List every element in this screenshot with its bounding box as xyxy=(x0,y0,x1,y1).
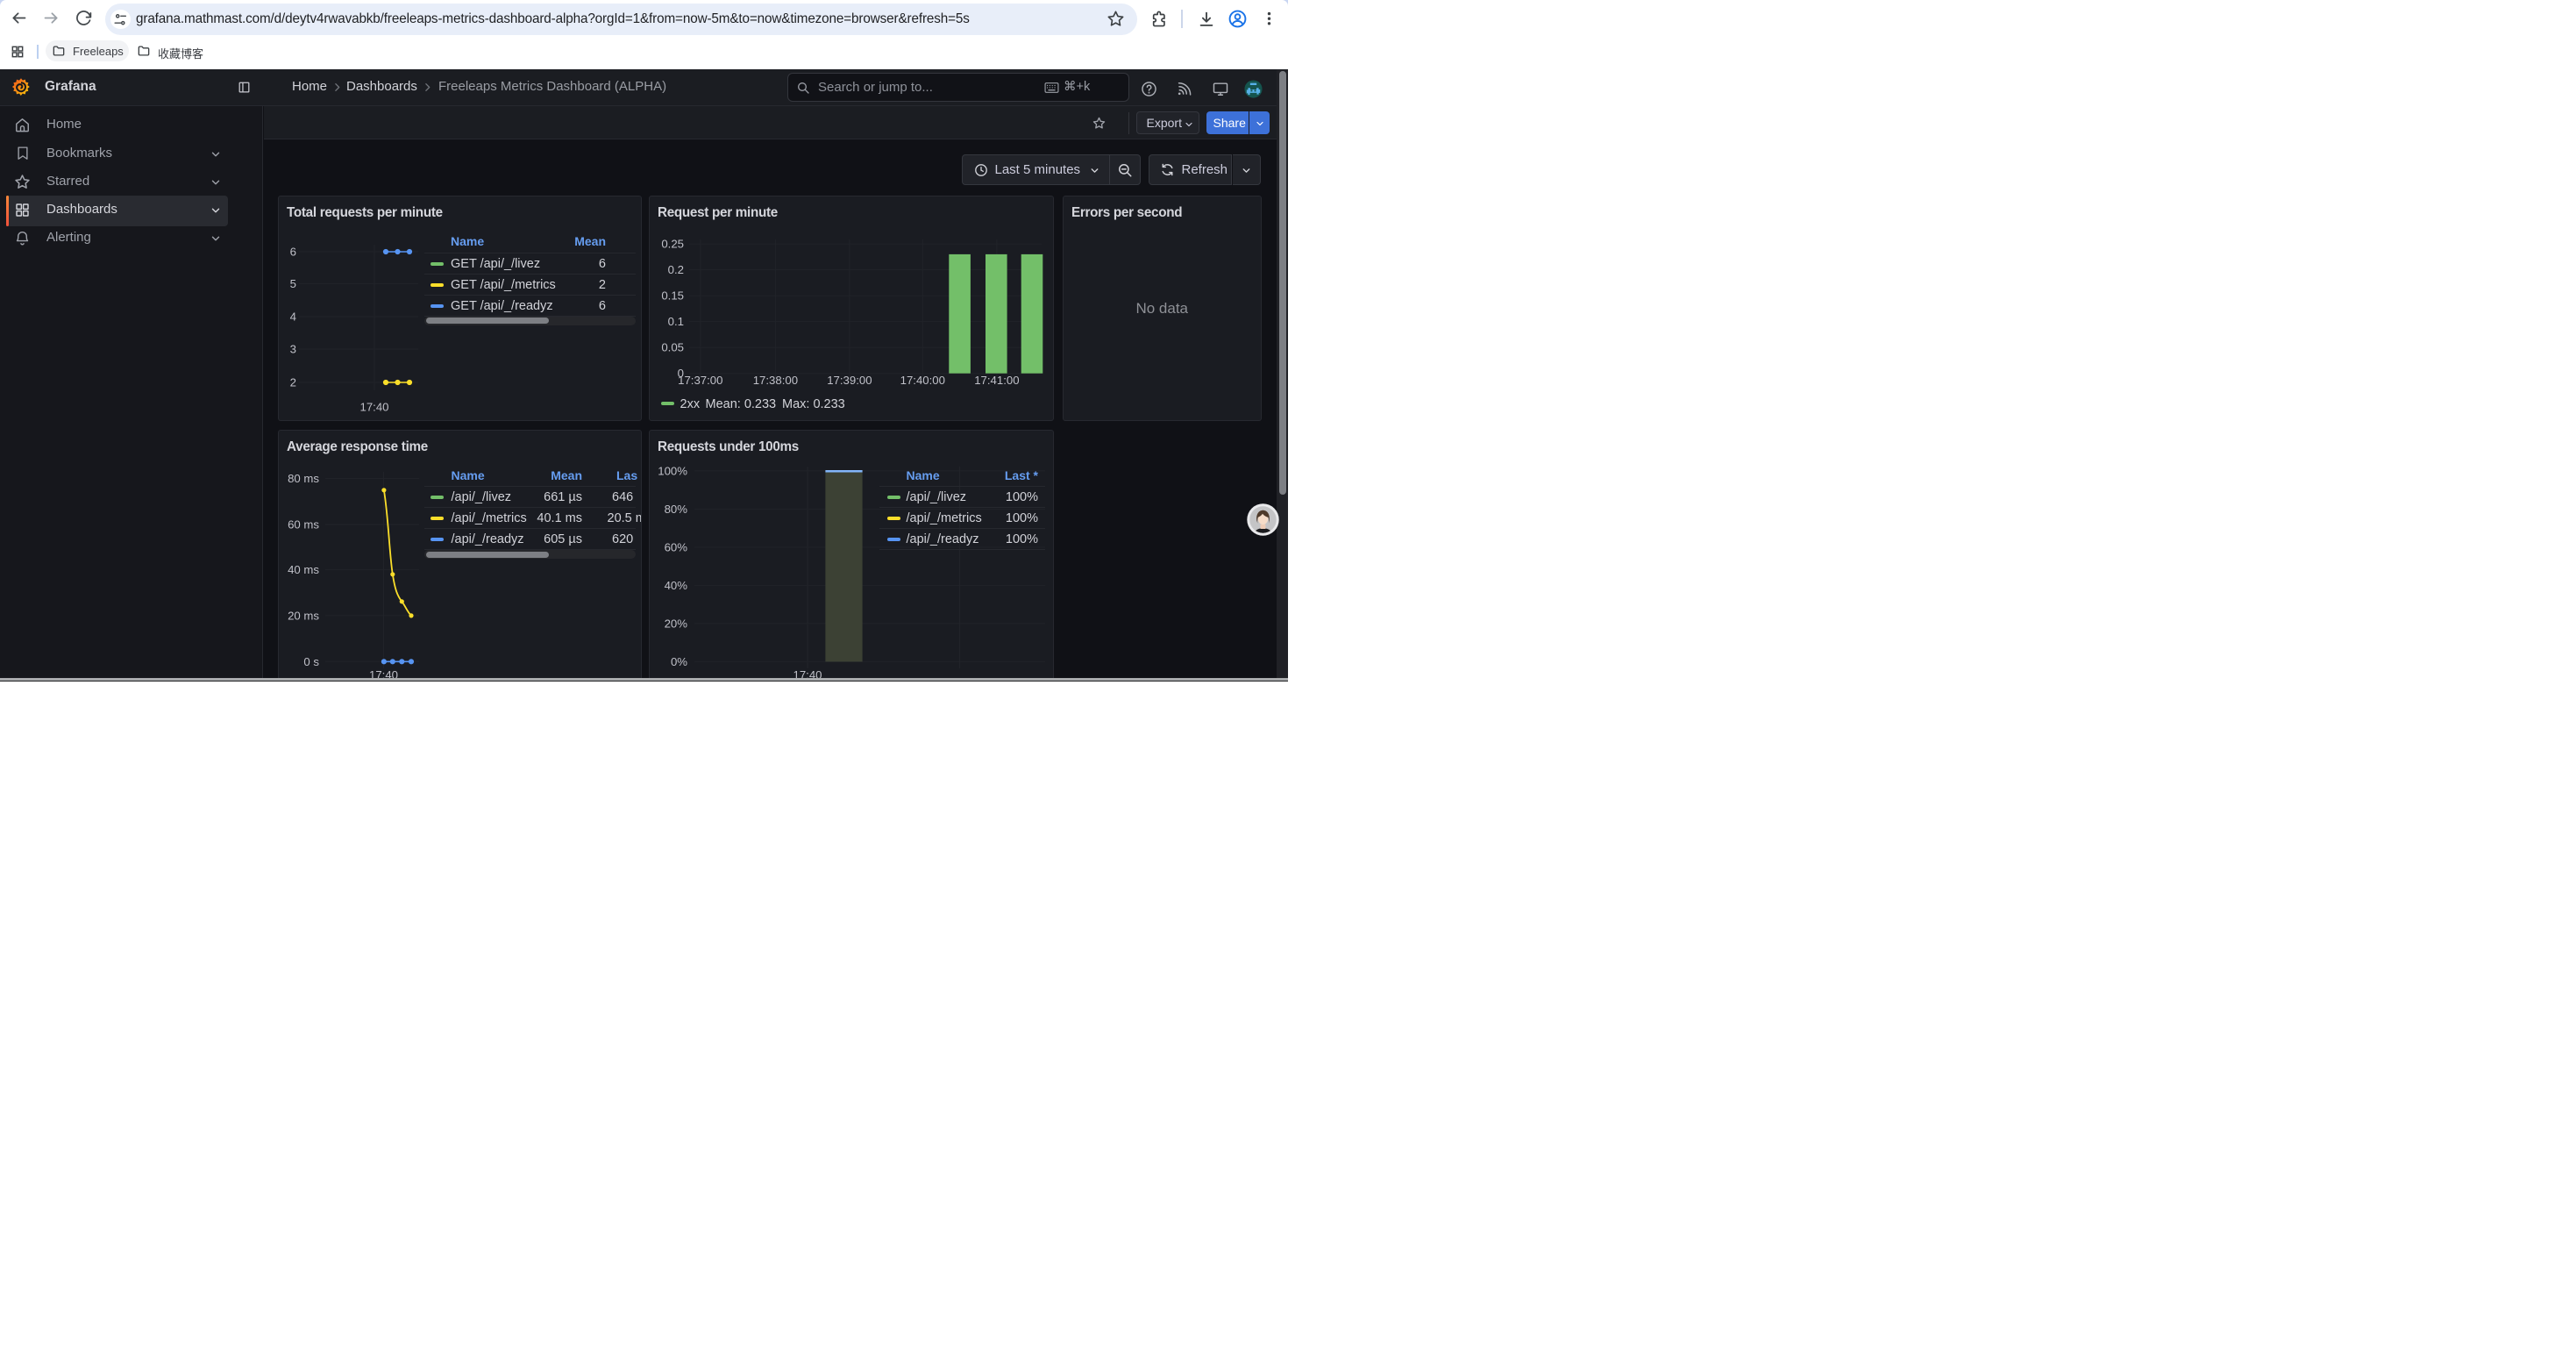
svg-text:17:38:00: 17:38:00 xyxy=(753,374,798,387)
svg-text:0.1: 0.1 xyxy=(668,315,684,328)
svg-text:0.25: 0.25 xyxy=(661,238,684,251)
svg-text:17:41:00: 17:41:00 xyxy=(974,374,1019,387)
svg-text:6: 6 xyxy=(290,246,296,259)
svg-text:0.05: 0.05 xyxy=(661,341,684,354)
svg-text:17:40: 17:40 xyxy=(359,401,388,414)
svg-text:0 s: 0 s xyxy=(303,654,319,667)
svg-text:20 ms: 20 ms xyxy=(288,609,319,622)
svg-text:17:37:00: 17:37:00 xyxy=(678,374,722,387)
svg-text:17:39:00: 17:39:00 xyxy=(827,374,872,387)
svg-text:3: 3 xyxy=(290,343,296,356)
svg-text:4: 4 xyxy=(290,310,296,324)
svg-text:60%: 60% xyxy=(665,540,688,553)
svg-text:80%: 80% xyxy=(665,502,688,515)
svg-text:0.15: 0.15 xyxy=(661,289,684,303)
svg-text:20%: 20% xyxy=(665,617,688,630)
svg-text:60 ms: 60 ms xyxy=(288,517,319,531)
svg-text:0.2: 0.2 xyxy=(668,263,684,276)
svg-text:17:40:00: 17:40:00 xyxy=(900,374,945,387)
svg-text:0%: 0% xyxy=(671,654,687,667)
svg-text:100%: 100% xyxy=(658,464,687,477)
svg-text:40 ms: 40 ms xyxy=(288,562,319,575)
svg-text:0: 0 xyxy=(678,367,684,380)
svg-text:5: 5 xyxy=(290,277,296,290)
svg-text:80 ms: 80 ms xyxy=(288,472,319,485)
svg-text:40%: 40% xyxy=(665,578,688,591)
svg-text:2: 2 xyxy=(290,376,296,389)
